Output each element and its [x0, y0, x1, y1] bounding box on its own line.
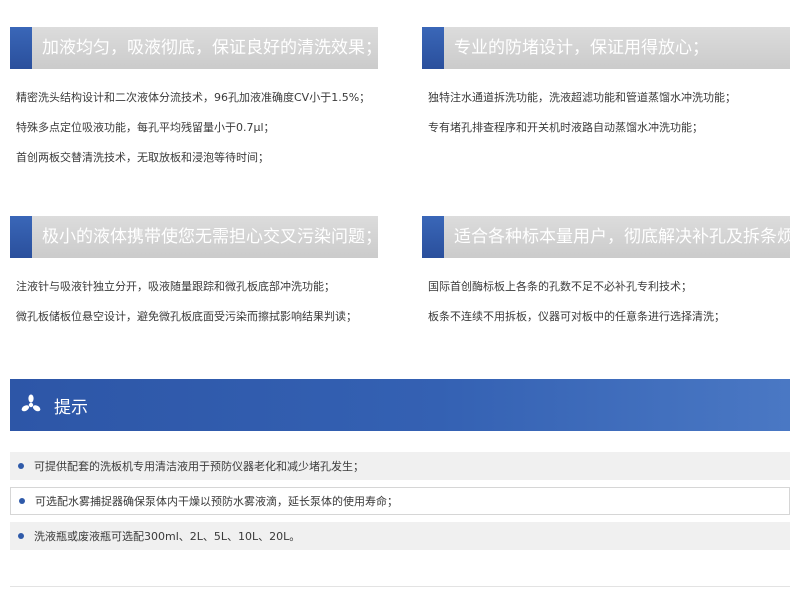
feature-item: 微孔板储板位悬空设计，避免微孔板底面受污染而擦拭影响结果判读； — [16, 310, 357, 323]
tip-item: 可选配水雾捕捉器确保泵体内干燥以预防水雾液滴，延长泵体的使用寿命； — [10, 487, 790, 515]
tips-title: 提示 — [54, 397, 88, 418]
tips-header: 提示 — [10, 379, 790, 431]
feature-list: 精密洗头结构设计和二次液体分流技术，96孔加液准确度CV小于1.5%； 特殊多点… — [10, 83, 382, 173]
feature-header: 适合各种标本量用户，彻底解决补孔及拆条烦恼； — [422, 216, 790, 258]
feature-block-uniform-dispensing: 加液均匀，吸液彻底，保证良好的清洗效果； 精密洗头结构设计和二次液体分流技术，9… — [10, 27, 382, 173]
feature-header-accent — [422, 27, 444, 69]
bullet-dot-icon — [18, 463, 24, 469]
feature-block-anti-clog: 专业的防堵设计，保证用得放心； 独特注水通道拆洗功能，洗液超滤功能和管道蒸馏水冲… — [422, 27, 794, 143]
feature-title: 专业的防堵设计，保证用得放心； — [444, 27, 790, 69]
bullet-dot-icon — [19, 498, 25, 504]
tip-text: 洗液瓶或废液瓶可选配300ml、2L、5L、10L、20L。 — [34, 530, 301, 543]
feature-header: 专业的防堵设计，保证用得放心； — [422, 27, 790, 69]
bullet-dot-icon — [18, 533, 24, 539]
feature-header-accent — [10, 216, 32, 258]
pinwheel-icon — [20, 394, 42, 416]
feature-item: 首创两板交替清洗技术，无取放板和浸泡等待时间； — [16, 151, 269, 164]
tip-text: 可选配水雾捕捉器确保泵体内干燥以预防水雾液滴，延长泵体的使用寿命； — [35, 495, 398, 508]
tip-item: 洗液瓶或废液瓶可选配300ml、2L、5L、10L、20L。 — [10, 522, 790, 550]
feature-title: 极小的液体携带使您无需担心交叉污染问题； — [32, 216, 378, 258]
tip-text: 可提供配套的洗板机专用清洁液用于预防仪器老化和减少堵孔发生； — [34, 460, 364, 473]
feature-block-low-carryover: 极小的液体携带使您无需担心交叉污染问题； 注液针与吸液针独立分开，吸液随量跟踪和… — [10, 216, 382, 332]
feature-item: 独特注水通道拆洗功能，洗液超滤功能和管道蒸馏水冲洗功能； — [428, 91, 736, 104]
feature-title: 加液均匀，吸液彻底，保证良好的清洗效果； — [32, 27, 378, 69]
feature-header: 极小的液体携带使您无需担心交叉污染问题； — [10, 216, 378, 258]
tip-item: 可提供配套的洗板机专用清洁液用于预防仪器老化和减少堵孔发生； — [10, 452, 790, 480]
feature-item: 专有堵孔排查程序和开关机时液路自动蒸馏水冲洗功能； — [428, 121, 703, 134]
feature-list: 注液针与吸液针独立分开，吸液随量跟踪和微孔板底部冲洗功能； 微孔板储板位悬空设计… — [10, 272, 382, 332]
feature-list: 独特注水通道拆洗功能，洗液超滤功能和管道蒸馏水冲洗功能； 专有堵孔排查程序和开关… — [422, 83, 794, 143]
feature-header-accent — [10, 27, 32, 69]
feature-item: 国际首创酶标板上各条的孔数不足不必补孔专利技术； — [428, 280, 692, 293]
feature-item: 特殊多点定位吸液功能，每孔平均残留量小于0.7μl； — [16, 121, 275, 134]
tips-list: 可提供配套的洗板机专用清洁液用于预防仪器老化和减少堵孔发生； 可选配水雾捕捉器确… — [10, 452, 790, 557]
feature-header-accent — [422, 216, 444, 258]
feature-item: 板条不连续不用拆板，仪器可对板中的任意条进行选择清洗； — [428, 310, 725, 323]
feature-block-flexible-volume: 适合各种标本量用户，彻底解决补孔及拆条烦恼； 国际首创酶标板上各条的孔数不足不必… — [422, 216, 794, 332]
feature-list: 国际首创酶标板上各条的孔数不足不必补孔专利技术； 板条不连续不用拆板，仪器可对板… — [422, 272, 794, 332]
feature-item: 注液针与吸液针独立分开，吸液随量跟踪和微孔板底部冲洗功能； — [16, 280, 335, 293]
bottom-divider — [10, 586, 790, 587]
feature-item: 精密洗头结构设计和二次液体分流技术，96孔加液准确度CV小于1.5%； — [16, 91, 371, 104]
feature-header: 加液均匀，吸液彻底，保证良好的清洗效果； — [10, 27, 378, 69]
feature-title: 适合各种标本量用户，彻底解决补孔及拆条烦恼； — [444, 216, 790, 258]
